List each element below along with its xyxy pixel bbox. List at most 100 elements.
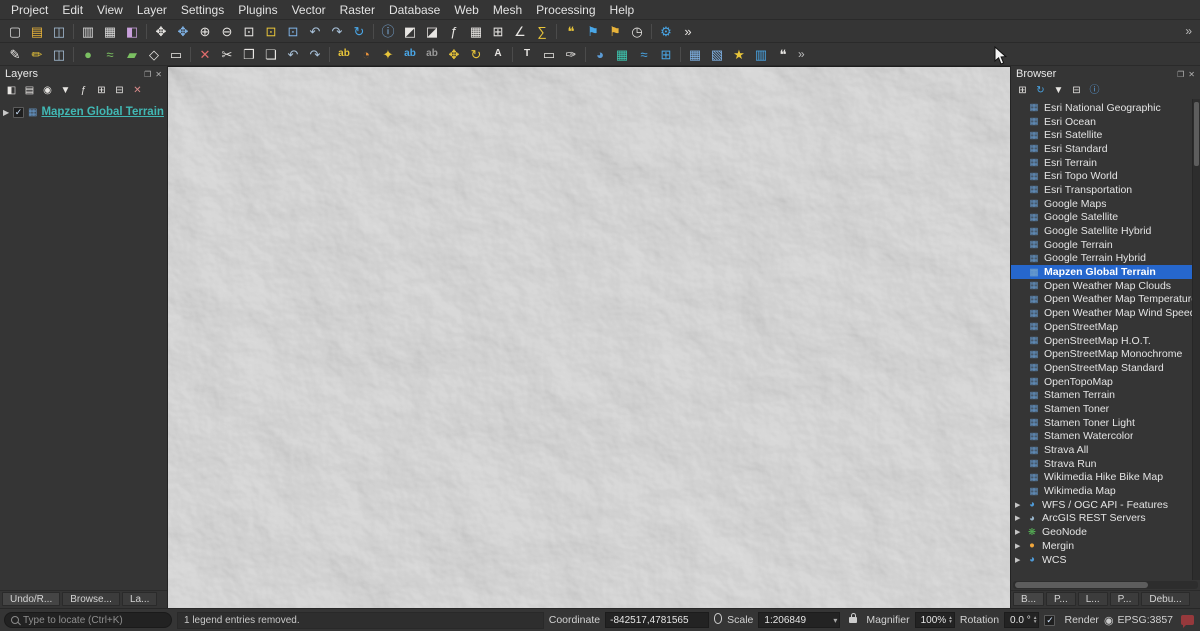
qgis2web-button[interactable]: ▦ (611, 44, 633, 64)
browser-item[interactable]: ▦OpenTopoMap (1011, 375, 1200, 389)
browser-item[interactable]: ▦OpenStreetMap Standard (1011, 361, 1200, 375)
menu-processing[interactable]: Processing (529, 1, 602, 19)
new-bookmark-button[interactable]: ⚑ (582, 21, 604, 41)
browser-item[interactable]: ▶◕WCS (1011, 553, 1200, 567)
show-bookmarks-button[interactable]: ⚑ (604, 21, 626, 41)
pan-to-selection-button[interactable]: ✥ (172, 21, 194, 41)
modify-attributes-button[interactable]: ▭ (165, 44, 187, 64)
rotation-spinbox[interactable]: 0.0 ° ▴▾ (1004, 612, 1039, 628)
change-label-button[interactable]: A (487, 44, 509, 64)
filter-browser-button[interactable]: ▼ (1050, 83, 1067, 98)
add-line-feature-button[interactable]: ≈ (99, 44, 121, 64)
browser-item[interactable]: ▦Esri Satellite (1011, 128, 1200, 142)
select-by-expression-button[interactable]: ƒ (443, 21, 465, 41)
browser-item[interactable]: ▦Wikimedia Hike Bike Map (1011, 471, 1200, 485)
menu-vector[interactable]: Vector (285, 1, 333, 19)
identify-features-button[interactable]: ⓘ (377, 21, 399, 41)
float-panel-icon[interactable]: ❐ (1177, 70, 1184, 79)
remove-layer-button[interactable]: ✕ (129, 83, 146, 98)
browser-item[interactable]: ▦Esri Terrain (1011, 156, 1200, 170)
menu-plugins[interactable]: Plugins (231, 1, 284, 19)
spin-down-icon[interactable]: ▾ (949, 620, 952, 624)
layout-manager-button[interactable]: ▦ (99, 21, 121, 41)
browser-item[interactable]: ▶◕ArcGIS REST Servers (1011, 512, 1200, 526)
map-canvas[interactable] (168, 66, 1010, 608)
browser-item[interactable]: ▦Esri Standard (1011, 142, 1200, 156)
collapse-all-button[interactable]: ⊟ (1068, 83, 1085, 98)
menu-web[interactable]: Web (447, 1, 485, 19)
expand-arrow-icon[interactable]: ▶ (1015, 514, 1026, 522)
menu-raster[interactable]: Raster (333, 1, 382, 19)
toolbar-overflow-button[interactable]: » (1181, 24, 1196, 38)
layer-tree-label[interactable]: Mapzen Global Terrain (41, 106, 163, 118)
open-project-button[interactable]: ▤ (26, 21, 48, 41)
layer-visibility-checkbox[interactable]: ✓ (13, 107, 24, 118)
spinner-arrows[interactable]: ▴▾ (949, 616, 952, 624)
browser-item[interactable]: ▦Google Satellite Hybrid (1011, 224, 1200, 238)
refresh-map-button[interactable]: ↻ (348, 21, 370, 41)
locator-input[interactable] (23, 615, 165, 626)
layer-tree-item[interactable]: ▶ ✓ ▦ Mapzen Global Terrain (0, 104, 167, 120)
zoom-full-button[interactable]: ⊡ (238, 21, 260, 41)
processing-toolbox-button[interactable]: ⚙ (655, 21, 677, 41)
collapse-all-button[interactable]: ⊟ (111, 83, 128, 98)
paste-features-button[interactable]: ❏ (260, 44, 282, 64)
expand-arrow-icon[interactable]: ▶ (1015, 556, 1026, 564)
browser-item[interactable]: ▦Strava All (1011, 443, 1200, 457)
locator-box[interactable] (4, 612, 172, 628)
mesh-reindex-button[interactable]: ▧ (706, 44, 728, 64)
dock-tab[interactable]: B... (1013, 592, 1044, 606)
browser-item[interactable]: ▦Wikimedia Map (1011, 484, 1200, 498)
data-source-manager-button[interactable]: ▥ (750, 44, 772, 64)
close-panel-icon[interactable]: ✕ (155, 70, 162, 79)
browser-item[interactable]: ▦Esri Transportation (1011, 183, 1200, 197)
menu-edit[interactable]: Edit (55, 1, 90, 19)
save-layer-edits-button[interactable]: ◫ (48, 44, 70, 64)
toolbar-overflow-button[interactable]: » (794, 47, 809, 61)
browser-item[interactable]: ▦Stamen Watercolor (1011, 430, 1200, 444)
zoom-to-selection-button[interactable]: ⊡ (260, 21, 282, 41)
add-polygon-feature-button[interactable]: ▰ (121, 44, 143, 64)
extents-toggle-button[interactable] (714, 613, 722, 627)
add-group-button[interactable]: ▤ (21, 83, 38, 98)
float-panel-icon[interactable]: ❐ (144, 70, 151, 79)
dock-tab[interactable]: P... (1110, 592, 1140, 606)
menu-database[interactable]: Database (382, 1, 447, 19)
layer-diagram-button[interactable]: ◔ (355, 44, 377, 64)
statistical-summary-button[interactable]: ∑ (531, 21, 553, 41)
expand-arrow-icon[interactable]: ▶ (1015, 528, 1026, 536)
expand-arrow-icon[interactable]: ▶ (1015, 501, 1026, 509)
browser-item[interactable]: ▦OpenStreetMap H.O.T. (1011, 334, 1200, 348)
deselect-features-button[interactable]: ◪ (421, 21, 443, 41)
style-manager-button[interactable]: ◧ (121, 21, 143, 41)
measure-line-button[interactable]: ∠ (509, 21, 531, 41)
manage-map-themes-button[interactable]: ◉ (39, 83, 56, 98)
zoom-last-button[interactable]: ↶ (304, 21, 326, 41)
show-hide-labels-button[interactable]: ab (421, 44, 443, 64)
browser-item[interactable]: ▦Stamen Toner Light (1011, 416, 1200, 430)
scrollbar-thumb[interactable] (1194, 102, 1199, 166)
text-annotation-button[interactable]: T (516, 44, 538, 64)
layer-labeling-button[interactable]: ab (333, 44, 355, 64)
form-annotation-button[interactable]: ▭ (538, 44, 560, 64)
temporal-controller-button[interactable]: ◷ (626, 21, 648, 41)
dock-tab[interactable]: Browse... (62, 592, 120, 606)
profile-tool-button[interactable]: ≈ (633, 44, 655, 64)
pin-labels-button[interactable]: ✦ (377, 44, 399, 64)
copy-features-button[interactable]: ❐ (238, 44, 260, 64)
mesh-calculator-button[interactable]: ▦ (684, 44, 706, 64)
browser-item[interactable]: ▦Open Weather Map Temperature (1011, 293, 1200, 307)
zoom-next-button[interactable]: ↷ (326, 21, 348, 41)
menu-settings[interactable]: Settings (174, 1, 231, 19)
current-edits-button[interactable]: ✎ (4, 44, 26, 64)
browser-item[interactable]: ▦Google Terrain (1011, 238, 1200, 252)
expand-arrow-icon[interactable]: ▶ (3, 108, 13, 117)
zoom-out-button[interactable]: ⊖ (216, 21, 238, 41)
spinner-arrows[interactable]: ▴▾ (1034, 616, 1037, 624)
browser-item[interactable]: ▦Strava Run (1011, 457, 1200, 471)
dock-tab[interactable]: Undo/R... (2, 592, 60, 606)
add-point-feature-button[interactable]: ● (77, 44, 99, 64)
browser-item[interactable]: ▦Google Maps (1011, 197, 1200, 211)
filter-by-expression-button[interactable]: ƒ (75, 83, 92, 98)
menu-help[interactable]: Help (603, 1, 642, 19)
